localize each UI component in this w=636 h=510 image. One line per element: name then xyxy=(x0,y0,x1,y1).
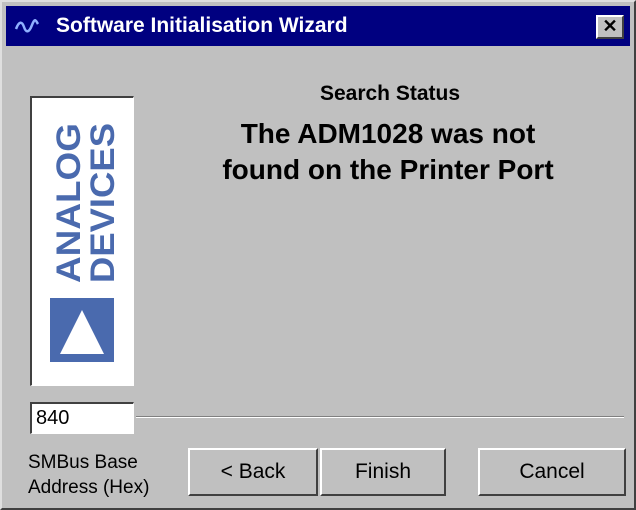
finish-button[interactable]: Finish xyxy=(320,448,446,496)
logo-text-analog: ANALOG xyxy=(50,123,88,283)
logo-graphic: ANALOG DEVICES xyxy=(50,123,122,362)
smbus-address-label: SMBus Base Address (Hex) xyxy=(28,450,149,500)
smbus-address-label-line-2: Address (Hex) xyxy=(28,477,150,498)
smbus-address-label-line-1: SMBus Base xyxy=(28,452,138,473)
status-message-line-1: The ADM1028 was not xyxy=(240,118,536,149)
analog-devices-logo: ANALOG DEVICES xyxy=(30,96,134,386)
close-button[interactable]: ✕ xyxy=(596,15,624,39)
window-title: Software Initialisation Wizard xyxy=(56,14,348,37)
close-icon: ✕ xyxy=(602,16,618,36)
cancel-button[interactable]: Cancel xyxy=(478,448,626,496)
divider-line xyxy=(136,416,624,418)
search-status-heading: Search Status xyxy=(319,82,461,105)
back-button[interactable]: < Back xyxy=(188,448,318,496)
wizard-window: Software Initialisation Wizard ✕ ANALOG … xyxy=(0,0,636,510)
status-message-line-2: found on the Printer Port xyxy=(222,154,554,185)
waveform-icon xyxy=(14,19,40,33)
smbus-address-input[interactable]: 840 xyxy=(30,402,134,434)
logo-text-devices: DEVICES xyxy=(84,123,122,283)
title-bar[interactable]: Software Initialisation Wizard ✕ xyxy=(6,6,630,46)
status-message: The ADM1028 was not found on the Printer… xyxy=(178,116,598,188)
